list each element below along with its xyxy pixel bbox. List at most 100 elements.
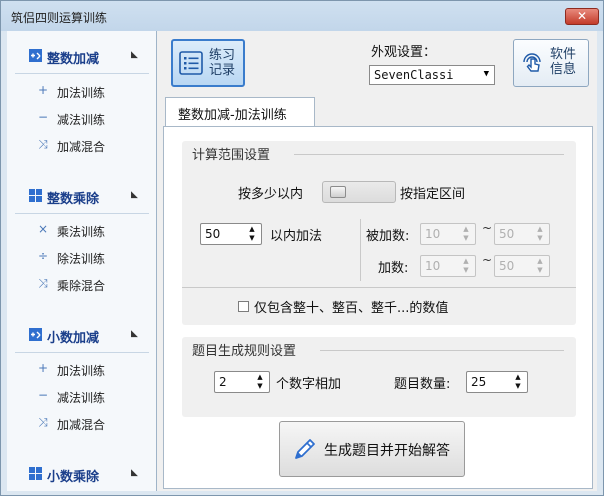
question-quantity-label: 题目数量: <box>394 377 451 392</box>
sidebar-group-label: 整数加减 <box>47 52 100 67</box>
range-settings-group: 计算范围设置 按多少以内 按指定区间 50 ▲ ▼ 以内加法 被加数: 10 ▲… <box>182 141 576 325</box>
limit-value: 50 <box>205 227 221 241</box>
appearance-label: 外观设置： <box>371 45 437 60</box>
sidebar-item-decimal-add-training[interactable]: + 加法训练 <box>7 359 156 379</box>
app-window: 筑侣四则运算训练 ✕ 整数加减 ◣ + 加法训练 − 减法训练 ⤨ 加减混合 整… <box>0 0 604 496</box>
sidebar-item-mul-div-mixed[interactable]: ⤨ 乘除混合 <box>7 274 156 294</box>
collapse-icon: ◣ <box>131 190 138 200</box>
range-tilde: ~ <box>482 253 493 267</box>
spinner-arrows-icon[interactable]: ▲ ▼ <box>459 257 473 275</box>
divider <box>182 287 576 288</box>
spinner-arrows-icon[interactable]: ▲ ▼ <box>511 373 525 391</box>
sidebar-group-decimal-mul-div[interactable]: 小数乘除 ◣ <box>7 463 156 485</box>
spinner-arrows-icon[interactable]: ▲ ▼ <box>533 257 547 275</box>
sidebar-item-div-training[interactable]: ÷ 除法训练 <box>7 247 156 267</box>
addend2-min-spinner[interactable]: 10 ▲ ▼ <box>420 255 476 277</box>
title-bar[interactable]: 筑侣四则运算训练 ✕ <box>1 1 603 31</box>
question-quantity-value: 25 <box>471 375 487 389</box>
rules-group-title: 题目生成规则设置 <box>192 344 297 359</box>
round-only-checkbox[interactable] <box>238 301 249 312</box>
close-button[interactable]: ✕ <box>565 8 599 25</box>
touch-hand-icon <box>523 53 541 72</box>
toolbar: 练习记录 外观设置： SevenClassi ▼ 软件信息 <box>159 31 597 91</box>
shuffle-icon: ⤨ <box>38 276 48 290</box>
spinner-arrows-icon[interactable]: ▲ ▼ <box>533 225 547 243</box>
sidebar-group-label: 小数加减 <box>47 331 100 346</box>
appearance-select[interactable]: SevenClassi ▼ <box>369 65 495 85</box>
sidebar-item-decimal-add-sub-mixed[interactable]: ⤨ 加减混合 <box>7 413 156 433</box>
sidebar-item-sub-training[interactable]: − 减法训练 <box>7 108 156 128</box>
chevron-down-icon: ▼ <box>483 69 489 79</box>
number-count-value: 2 <box>219 375 227 389</box>
collapse-icon: ◣ <box>131 329 138 339</box>
spinner-arrows-icon[interactable]: ▲ ▼ <box>253 373 267 391</box>
addend1-min-value: 10 <box>425 227 441 241</box>
addend1-min-spinner[interactable]: 10 ▲ ▼ <box>420 223 476 245</box>
sidebar-item-label: 减法训练 <box>57 113 106 127</box>
main-panel: 练习记录 外观设置： SevenClassi ▼ 软件信息 整数加减-加法训练 <box>159 31 597 491</box>
number-count-spinner[interactable]: 2 ▲ ▼ <box>214 371 270 393</box>
spinner-arrows-icon[interactable]: ▲ ▼ <box>245 225 259 243</box>
collapse-icon: ◣ <box>131 468 138 478</box>
divider <box>360 219 361 281</box>
sidebar-group-label: 小数乘除 <box>47 470 100 485</box>
appearance-value: SevenClassi <box>374 68 454 82</box>
addend2-max-spinner[interactable]: 50 ▲ ▼ <box>494 255 550 277</box>
toggle-left-label: 按多少以内 <box>238 187 304 202</box>
sidebar-item-add-sub-mixed[interactable]: ⤨ 加减混合 <box>7 135 156 155</box>
minus-icon: − <box>37 388 49 402</box>
shuffle-icon: ⤨ <box>38 137 48 151</box>
minus-icon: − <box>37 110 49 124</box>
practice-record-button[interactable]: 练习记录 <box>171 39 245 87</box>
toggle-right-label: 按指定区间 <box>400 187 466 202</box>
divider <box>294 154 564 155</box>
software-info-button[interactable]: 软件信息 <box>513 39 589 87</box>
sidebar-group-integer-add-sub[interactable]: 整数加减 ◣ <box>7 45 156 67</box>
sidebar-item-decimal-sub-training[interactable]: − 减法训练 <box>7 386 156 406</box>
calculator-icon <box>29 328 42 341</box>
generate-and-start-button[interactable]: 生成题目并开始解答 <box>279 421 465 477</box>
range-tilde: ~ <box>482 221 493 235</box>
limit-suffix: 以内加法 <box>270 229 323 244</box>
sidebar-item-label: 加减混合 <box>57 418 106 432</box>
addend1-label: 被加数: <box>366 229 410 244</box>
sidebar-group-integer-mul-div[interactable]: 整数乘除 ◣ <box>7 185 156 207</box>
multiply-icon: × <box>37 222 49 236</box>
sidebar-item-label: 加法训练 <box>57 86 106 100</box>
question-quantity-spinner[interactable]: 25 ▲ ▼ <box>466 371 528 393</box>
divider <box>320 350 564 351</box>
sidebar-item-label: 加法训练 <box>57 364 106 378</box>
list-icon <box>179 51 203 75</box>
grid-icon <box>29 189 42 202</box>
spinner-arrows-icon[interactable]: ▲ ▼ <box>459 225 473 243</box>
sidebar-item-label: 除法训练 <box>57 252 106 266</box>
sidebar-group-label: 整数乘除 <box>47 192 100 207</box>
limit-spinner[interactable]: 50 ▲ ▼ <box>200 223 262 245</box>
sidebar: 整数加减 ◣ + 加法训练 − 减法训练 ⤨ 加减混合 整数乘除 ◣ × 乘法训… <box>7 31 157 491</box>
rules-settings-group: 题目生成规则设置 2 ▲ ▼ 个数字相加 题目数量: 25 ▲ ▼ <box>182 337 576 417</box>
addend2-min-value: 10 <box>425 259 441 273</box>
addend1-max-spinner[interactable]: 50 ▲ ▼ <box>494 223 550 245</box>
addend1-max-value: 50 <box>499 227 515 241</box>
shuffle-icon: ⤨ <box>38 415 48 429</box>
tab-integer-add[interactable]: 整数加减-加法训练 <box>165 97 315 127</box>
range-mode-toggle[interactable] <box>322 181 396 203</box>
sidebar-group-decimal-add-sub[interactable]: 小数加减 ◣ <box>7 324 156 346</box>
number-count-suffix: 个数字相加 <box>276 377 342 392</box>
divider <box>15 213 149 214</box>
close-icon: ✕ <box>576 9 588 23</box>
range-group-title: 计算范围设置 <box>192 148 271 163</box>
pencil-icon <box>295 439 315 459</box>
addend2-max-value: 50 <box>499 259 515 273</box>
toggle-knob[interactable] <box>330 186 346 198</box>
sidebar-item-label: 减法训练 <box>57 391 106 405</box>
divider <box>15 73 149 74</box>
sidebar-item-add-training[interactable]: + 加法训练 <box>7 81 156 101</box>
sidebar-item-label: 加减混合 <box>57 140 106 154</box>
sidebar-item-mul-training[interactable]: × 乘法训练 <box>7 220 156 240</box>
sidebar-item-label: 乘法训练 <box>57 225 106 239</box>
round-only-label[interactable]: 仅包含整十、整百、整千...的数值 <box>254 297 448 316</box>
plus-icon: + <box>37 361 49 375</box>
software-info-label: 软件信息 <box>550 47 577 77</box>
client-area: 整数加减 ◣ + 加法训练 − 减法训练 ⤨ 加减混合 整数乘除 ◣ × 乘法训… <box>7 31 597 491</box>
